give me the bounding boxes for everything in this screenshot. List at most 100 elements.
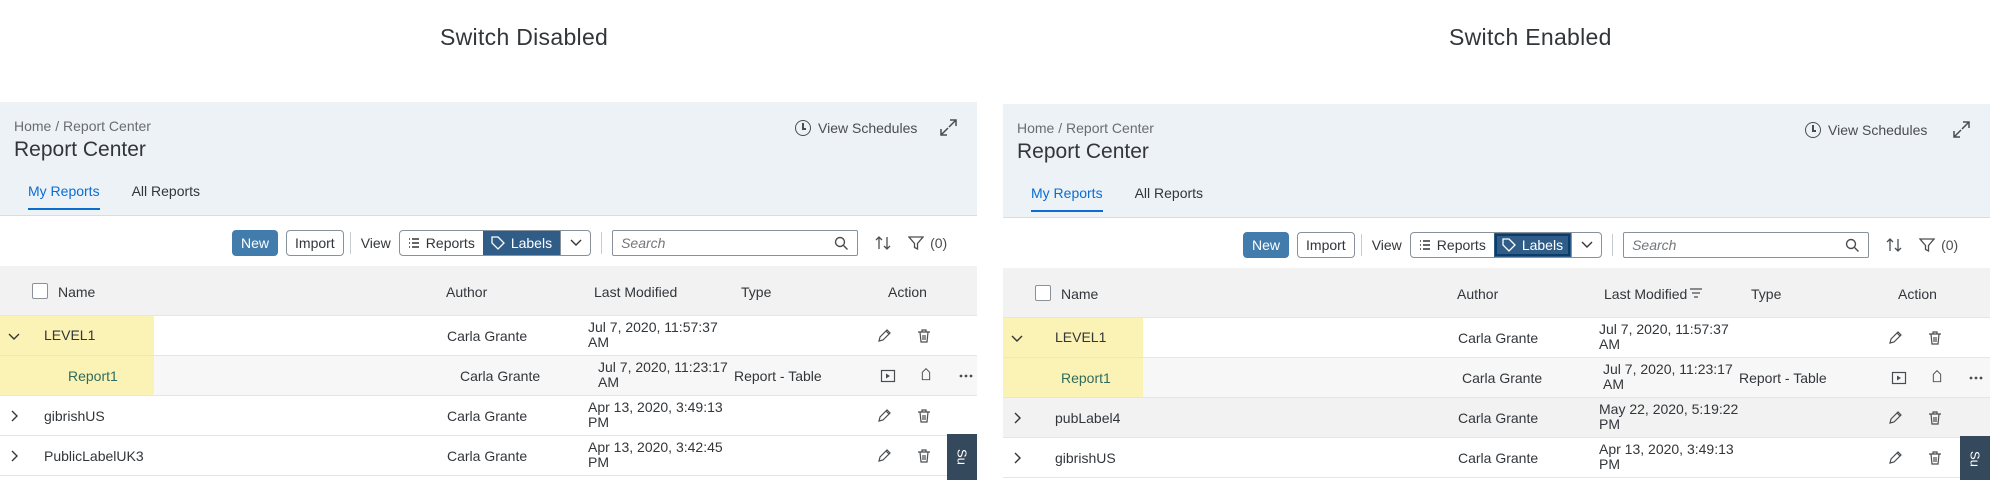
filter-button[interactable]: (0) <box>1919 237 1958 253</box>
row-name[interactable]: PublicLabelUK3 <box>44 448 144 464</box>
table-row[interactable]: gibrishUS Carla Grante Apr 13, 2020, 3:4… <box>0 396 977 436</box>
row-name[interactable]: Report1 <box>68 368 118 384</box>
view-dropdown[interactable] <box>1571 233 1601 257</box>
search-icon[interactable] <box>1845 238 1860 253</box>
column-author[interactable]: Author <box>1457 286 1498 302</box>
view-schedules-button[interactable]: View Schedules <box>1805 122 1927 138</box>
filter-count: (0) <box>930 235 948 251</box>
page-header: Home / Report Center Report Center View … <box>0 102 977 216</box>
row-date-line2: PM <box>588 414 609 430</box>
more-icon[interactable] <box>1968 370 1984 386</box>
row-date: May 22, 2020, 5:19:22 PM <box>1599 402 1738 432</box>
edit-icon[interactable] <box>876 408 892 424</box>
labels-segment[interactable]: Labels <box>1493 233 1572 257</box>
edit-icon[interactable] <box>1887 450 1903 466</box>
more-icon[interactable] <box>958 368 974 384</box>
edit-icon[interactable] <box>1887 330 1903 346</box>
view-switch: Reports Labels <box>398 230 592 256</box>
search-input[interactable]: Search <box>612 230 859 256</box>
row-name[interactable]: LEVEL1 <box>1055 329 1106 345</box>
column-type[interactable]: Type <box>741 284 771 300</box>
reports-segment[interactable]: Reports <box>400 231 483 255</box>
toolbar: New Import View Reports Labels Search (0… <box>1243 232 1958 258</box>
view-dropdown[interactable] <box>560 231 590 255</box>
reports-segment[interactable]: Reports <box>1411 233 1494 257</box>
tag-icon <box>1502 238 1516 252</box>
table-header: Name Author Last Modified Type Action <box>0 266 977 316</box>
side-panel-tab[interactable]: Su <box>1960 436 1990 480</box>
row-date-line1: Jul 7, 2020, 11:57:37 <box>588 319 718 335</box>
delete-icon[interactable] <box>1927 410 1943 426</box>
import-button[interactable]: Import <box>286 230 344 256</box>
table-row[interactable]: LEVEL1 Carla Grante Jul 7, 2020, 11:57:3… <box>1003 318 1990 358</box>
delete-icon[interactable] <box>1927 450 1943 466</box>
expand-icon[interactable] <box>940 119 957 136</box>
tab-my-reports[interactable]: My Reports <box>1031 185 1103 212</box>
chevron-down-icon[interactable] <box>6 328 22 344</box>
edit-icon[interactable] <box>876 448 892 464</box>
row-name[interactable]: gibrishUS <box>44 408 105 424</box>
search-icon[interactable] <box>834 236 849 251</box>
column-action: Action <box>1898 286 1937 302</box>
column-type[interactable]: Type <box>1751 286 1781 302</box>
tag-icon[interactable] <box>918 368 934 384</box>
chevron-right-icon[interactable] <box>6 448 22 464</box>
view-schedules-button[interactable]: View Schedules <box>795 120 917 136</box>
table-row[interactable]: pubLabel4 Carla Grante May 22, 2020, 5:1… <box>1003 398 1990 438</box>
tab-all-reports[interactable]: All Reports <box>132 183 200 210</box>
import-button[interactable]: Import <box>1297 232 1355 258</box>
table-row[interactable]: LEVEL1 Carla Grante Jul 7, 2020, 11:57:3… <box>0 316 977 356</box>
chevron-down-icon[interactable] <box>1009 330 1025 346</box>
select-all-checkbox[interactable] <box>1035 285 1051 301</box>
expand-icon[interactable] <box>1953 121 1970 138</box>
side-panel-tab[interactable]: Su <box>947 434 977 480</box>
chevron-right-icon[interactable] <box>6 408 22 424</box>
divider <box>601 232 603 254</box>
delete-icon[interactable] <box>916 408 932 424</box>
sort-button[interactable] <box>874 235 892 251</box>
table-row[interactable]: Report1 Carla Grante Jul 7, 2020, 11:23:… <box>0 356 977 396</box>
breadcrumb[interactable]: Home / Report Center <box>1017 120 1154 136</box>
new-button[interactable]: New <box>1243 232 1290 258</box>
row-name[interactable]: LEVEL1 <box>44 327 95 343</box>
delete-icon[interactable] <box>916 448 932 464</box>
filter-button[interactable]: (0) <box>908 235 947 251</box>
select-all-checkbox[interactable] <box>32 283 48 299</box>
row-date-line2: PM <box>1599 456 1620 472</box>
search-input[interactable]: Search <box>1623 232 1870 258</box>
table-row[interactable]: gibrishUS Carla Grante Apr 13, 2020, 3:4… <box>1003 438 1990 478</box>
reports-segment-label: Reports <box>425 235 475 251</box>
column-last-modified[interactable]: Last Modified <box>594 284 677 300</box>
row-date-line1: Apr 13, 2020, 3:49:13 <box>1599 441 1734 457</box>
row-date: Apr 13, 2020, 3:42:45 PM <box>588 440 723 470</box>
column-last-modified[interactable]: Last Modified <box>1604 286 1703 302</box>
new-button[interactable]: New <box>232 230 279 256</box>
edit-icon[interactable] <box>1887 410 1903 426</box>
tag-icon[interactable] <box>1929 370 1945 386</box>
row-date-line2: AM <box>588 334 609 350</box>
sort-button[interactable] <box>1885 237 1903 253</box>
row-name[interactable]: gibrishUS <box>1055 450 1116 466</box>
delete-icon[interactable] <box>1927 330 1943 346</box>
row-date-line1: Jul 7, 2020, 11:23:17 <box>1603 361 1733 377</box>
labels-segment[interactable]: Labels <box>482 231 561 255</box>
column-name[interactable]: Name <box>1061 286 1098 302</box>
row-author: Carla Grante <box>1462 370 1543 386</box>
row-type: Report - Table <box>1739 370 1827 386</box>
run-icon[interactable] <box>1891 370 1907 386</box>
table-row[interactable]: PublicLabelUK3 Carla Grante Apr 13, 2020… <box>0 436 977 476</box>
tab-all-reports[interactable]: All Reports <box>1135 185 1203 212</box>
edit-icon[interactable] <box>876 328 892 344</box>
chevron-right-icon[interactable] <box>1009 410 1025 426</box>
run-icon[interactable] <box>880 368 896 384</box>
delete-icon[interactable] <box>916 328 932 344</box>
row-name[interactable]: pubLabel4 <box>1055 410 1120 426</box>
column-name[interactable]: Name <box>58 284 95 300</box>
column-author[interactable]: Author <box>446 284 487 300</box>
breadcrumb[interactable]: Home / Report Center <box>14 118 151 134</box>
tab-my-reports[interactable]: My Reports <box>28 183 100 210</box>
table-row[interactable]: Report1 Carla Grante Jul 7, 2020, 11:23:… <box>1003 358 1990 398</box>
chevron-right-icon[interactable] <box>1009 450 1025 466</box>
row-date: Jul 7, 2020, 11:23:17 AM <box>598 360 728 390</box>
row-name[interactable]: Report1 <box>1061 370 1111 386</box>
